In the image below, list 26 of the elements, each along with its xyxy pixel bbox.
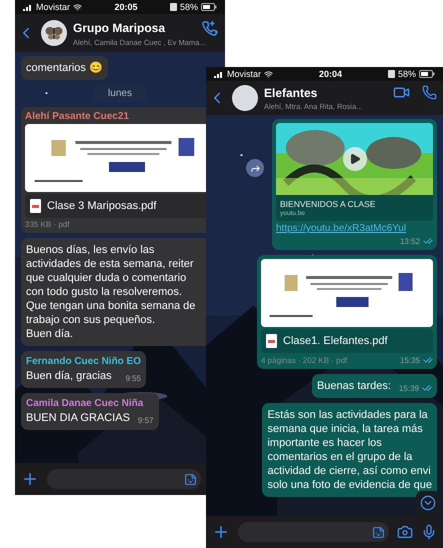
status-time: 20:05 [114,2,138,12]
message-input[interactable] [47,469,201,489]
signal-icon [23,4,33,10]
battery-percent: 58% [180,2,198,12]
add-button[interactable] [21,470,39,488]
group-avatar[interactable] [41,20,67,46]
add-call-icon[interactable] [201,18,219,36]
chat-title: Elefantes [264,86,318,100]
chat-title: Grupo Mariposa [73,20,166,34]
add-button[interactable] [212,523,230,541]
camera-button[interactable] [397,524,413,540]
message-input[interactable] [238,522,389,542]
butterfly-icon [45,26,63,40]
status-time: 20:04 [318,69,342,79]
battery-icon [201,3,217,11]
wifi-icon [73,2,82,12]
wifi-icon [264,70,274,78]
battery-percent: 58% [398,69,416,79]
group-avatar[interactable] [232,85,258,111]
microphone-button[interactable] [421,524,437,540]
sticker-icon[interactable] [372,526,385,538]
carrier-name: Movistar [36,2,70,12]
phone-icon[interactable] [422,85,437,100]
battery-icon [419,70,435,78]
sticker-icon[interactable] [184,472,197,486]
carrier-name: Movistar [227,69,262,79]
